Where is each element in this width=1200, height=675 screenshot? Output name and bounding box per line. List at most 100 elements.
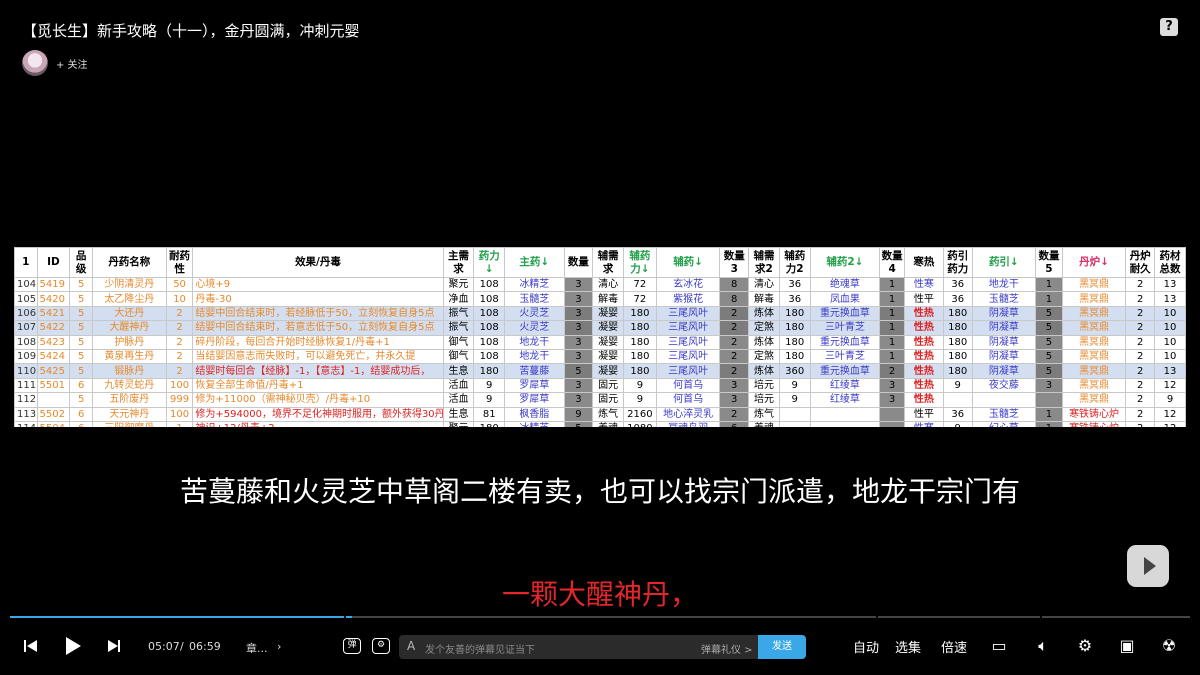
cell-q[interactable]: 9 bbox=[563, 406, 594, 422]
cell-iherb[interactable]: 阴凝草 bbox=[971, 348, 1037, 365]
cell-apw2[interactable]: 180 bbox=[778, 305, 811, 322]
cell-furn[interactable]: 黑冥鼎 bbox=[1061, 291, 1127, 307]
cell-pw[interactable]: 108 bbox=[473, 320, 506, 336]
cell-furn[interactable]: 黑冥鼎 bbox=[1061, 334, 1127, 350]
header-cell[interactable]: 丹炉耐久 bbox=[1125, 247, 1156, 278]
cell-apw[interactable]: 2160 bbox=[623, 406, 657, 422]
cell-aneed2[interactable]: 解毒 bbox=[748, 291, 780, 307]
cell-total[interactable]: 10 bbox=[1154, 305, 1186, 322]
cell-dur[interactable]: 2 bbox=[1125, 392, 1156, 408]
fullscreen-icon[interactable]: ☢ bbox=[1158, 636, 1180, 656]
cell-q5[interactable]: 5 bbox=[1035, 320, 1063, 336]
tv-icon[interactable] bbox=[1127, 545, 1169, 587]
cell-iherb[interactable]: 玉髓芝 bbox=[971, 291, 1037, 307]
cell-eff[interactable]: 当结婴因意志而失败时，可以避免死亡，并永久提 bbox=[192, 348, 444, 365]
cell-aherb[interactable]: 玄冰花 bbox=[655, 276, 721, 293]
cell-apw2[interactable]: 180 bbox=[778, 348, 811, 365]
cell-need[interactable]: 振气 bbox=[442, 305, 475, 322]
cell-q4[interactable]: 1 bbox=[879, 291, 905, 307]
header-cell[interactable]: 辅药2↓ bbox=[809, 247, 881, 278]
cell-ipw[interactable]: 180 bbox=[942, 320, 973, 336]
cell-apw[interactable]: 180 bbox=[623, 334, 657, 350]
cell-temp[interactable]: 性热 bbox=[903, 305, 944, 322]
cell-q4[interactable]: 1 bbox=[879, 276, 905, 293]
cell-aneed2[interactable]: 炼体 bbox=[748, 334, 780, 350]
cell-herb[interactable]: 冰精芝 bbox=[504, 276, 565, 293]
cell-n[interactable]: 104 bbox=[14, 276, 38, 293]
cell-pw[interactable]: 108 bbox=[473, 276, 506, 293]
cell-aherb[interactable]: 三尾风叶 bbox=[655, 320, 721, 336]
cell-eff[interactable]: 修为+594000，境界不足化神期时服用，额外获得30丹 bbox=[192, 406, 444, 422]
cell-pw[interactable]: 180 bbox=[473, 363, 506, 379]
cell-q3[interactable]: 8 bbox=[719, 276, 750, 293]
cell-total[interactable]: 9 bbox=[1154, 392, 1186, 408]
cell-need[interactable]: 生息 bbox=[442, 406, 475, 422]
cell-q3[interactable]: 3 bbox=[719, 377, 750, 394]
cell-ipw[interactable]: 36 bbox=[942, 406, 973, 422]
cell-aneed2[interactable]: 养魂 bbox=[748, 420, 780, 427]
cell-tol[interactable]: 2 bbox=[165, 363, 194, 379]
cell-aherb[interactable]: 三尾风叶 bbox=[655, 334, 721, 350]
table-row[interactable]: 113 5502 6 天元神丹 100 修为+594000，境界不足化神期时服用，额外获得… bbox=[14, 406, 1186, 422]
cell-apw2[interactable]: 9 bbox=[778, 392, 811, 408]
cell-q5[interactable]: 1 bbox=[1035, 276, 1063, 293]
table-row[interactable]: 108 5423 5 护脉丹 2 碎丹阶段，每回合开始时经脉恢复1/丹毒+1 御气 108 地龙… bbox=[14, 334, 1186, 350]
cell-apw[interactable]: 180 bbox=[623, 348, 657, 365]
cell-ipw[interactable]: 180 bbox=[942, 363, 973, 379]
cell-q[interactable]: 5 bbox=[563, 363, 594, 379]
cell-tol[interactable]: 2 bbox=[165, 334, 194, 350]
cell-id[interactable]: 5423 bbox=[36, 334, 71, 350]
cell-id[interactable]: 5419 bbox=[36, 276, 71, 293]
cell-temp[interactable]: 性热 bbox=[903, 392, 944, 408]
cell-pw[interactable]: 9 bbox=[473, 392, 506, 408]
cell-herb[interactable]: 火灵芝 bbox=[504, 305, 565, 322]
cell-total[interactable]: 12 bbox=[1154, 377, 1186, 394]
cell-dur[interactable]: 2 bbox=[1125, 363, 1156, 379]
cell-need[interactable]: 振气 bbox=[442, 320, 475, 336]
cell-apw2[interactable]: 360 bbox=[778, 363, 811, 379]
cell-temp[interactable]: 性热 bbox=[903, 348, 944, 365]
cell-aherb2[interactable] bbox=[809, 406, 881, 422]
cell-herb[interactable]: 地龙干 bbox=[504, 348, 565, 365]
pip-icon[interactable]: ▣ bbox=[1116, 636, 1138, 656]
header-cell[interactable]: 主需求 bbox=[442, 247, 475, 278]
follow-button[interactable]: + 关注 bbox=[56, 56, 88, 71]
cell-n[interactable]: 107 bbox=[14, 320, 38, 336]
danmaku-style-icon[interactable]: A bbox=[407, 639, 415, 653]
cell-need[interactable]: 御气 bbox=[442, 334, 475, 350]
header-cell[interactable]: 药引药力 bbox=[942, 247, 973, 278]
header-cell[interactable]: 药力↓ bbox=[473, 247, 506, 278]
cell-name[interactable]: 天元神丹 bbox=[91, 406, 167, 422]
cell-aherb2[interactable]: 凤血果 bbox=[809, 291, 881, 307]
cell-aneed[interactable]: 凝婴 bbox=[592, 320, 624, 336]
cell-aherb2[interactable]: 重元换血草 bbox=[809, 305, 881, 322]
cell-eff[interactable]: 结婴中回合结束时，若经脉低于50，立刻恢复自身5点 bbox=[192, 305, 444, 322]
cell-herb[interactable]: 地龙干 bbox=[504, 334, 565, 350]
cell-total[interactable]: 13 bbox=[1154, 291, 1186, 307]
cell-q[interactable]: 3 bbox=[563, 392, 594, 408]
cell-tol[interactable]: 2 bbox=[165, 320, 194, 336]
cell-q3[interactable]: 6 bbox=[719, 420, 750, 427]
header-cell[interactable]: 辅需求2 bbox=[748, 247, 780, 278]
header-cell[interactable]: 辅药力2 bbox=[778, 247, 811, 278]
cell-iherb[interactable] bbox=[971, 392, 1037, 408]
next-icon[interactable] bbox=[104, 636, 126, 656]
cell-aherb[interactable]: 地心淬灵乳 bbox=[655, 406, 721, 422]
cell-name[interactable]: 大醒神丹 bbox=[91, 320, 167, 336]
cell-dur[interactable]: 2 bbox=[1125, 420, 1156, 427]
cell-n[interactable]: 106 bbox=[14, 305, 38, 322]
cell-dur[interactable]: 2 bbox=[1125, 305, 1156, 322]
cell-herb[interactable]: 火灵芝 bbox=[504, 320, 565, 336]
cell-pw[interactable]: 108 bbox=[473, 305, 506, 322]
cell-q4[interactable]: 1 bbox=[879, 348, 905, 365]
header-cell[interactable]: 数量 bbox=[563, 247, 594, 278]
header-cell[interactable]: 耐药性 bbox=[165, 247, 194, 278]
table-row[interactable]: 11455046三阳御魔丹1神识+12/丹毒+2聚元180冰精芝5养魂1080冥… bbox=[14, 420, 1186, 427]
header-cell[interactable]: 数量3 bbox=[719, 247, 750, 278]
prev-icon[interactable] bbox=[20, 636, 42, 656]
cell-eff[interactable]: 结婴中回合结束时，若意志低于50，立刻恢复自身5点 bbox=[192, 320, 444, 336]
cell-furn[interactable]: 寒铁铸心炉 bbox=[1061, 420, 1127, 427]
cell-tol[interactable]: 50 bbox=[165, 276, 194, 293]
cell-apw2[interactable] bbox=[778, 406, 811, 422]
cell-name[interactable]: 三阳御魔丹 bbox=[91, 420, 167, 427]
